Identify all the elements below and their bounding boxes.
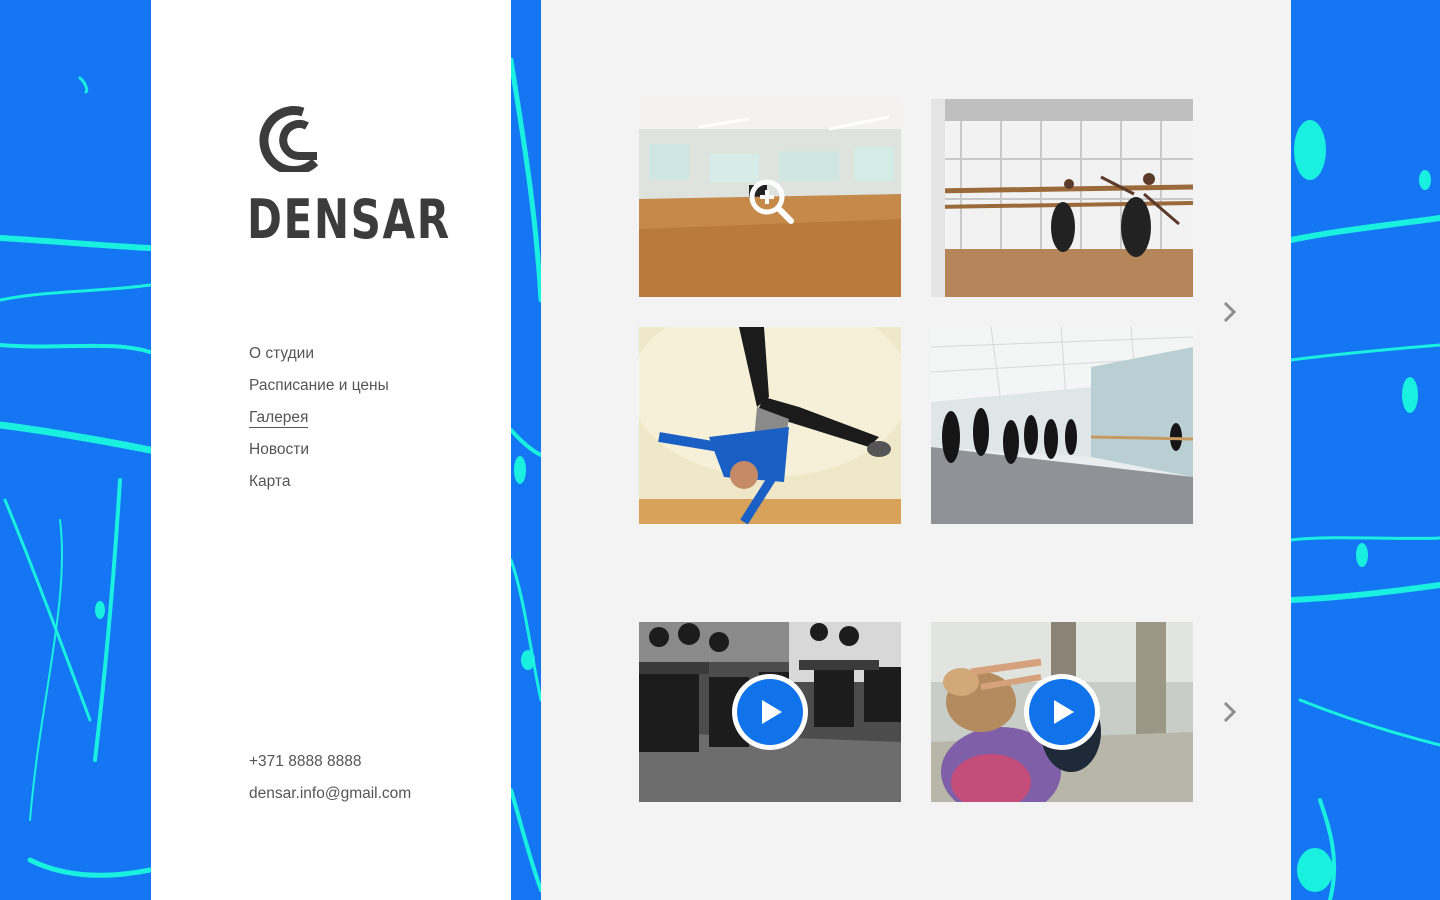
play-icon xyxy=(762,700,782,724)
nav-item-news[interactable]: Новости xyxy=(249,434,389,466)
c-logo-icon[interactable] xyxy=(247,96,323,172)
play-button-inner xyxy=(737,679,803,745)
photo-image xyxy=(931,327,1193,524)
chevron-right-icon xyxy=(1223,701,1237,723)
photo-image xyxy=(931,99,1193,297)
nav-item-label: О студии xyxy=(249,345,314,362)
contact-email[interactable]: densar.info@gmail.com xyxy=(249,778,411,810)
contact-phone[interactable]: +371 8888 8888 xyxy=(249,746,411,778)
gallery-videos-next-button[interactable] xyxy=(1220,698,1240,726)
nav-item-map[interactable]: Карта xyxy=(249,466,389,498)
nav-item-label: Карта xyxy=(249,473,291,490)
play-icon xyxy=(1054,700,1074,724)
play-button[interactable] xyxy=(732,674,808,750)
gallery-photo-empty-dance-hall[interactable] xyxy=(639,99,901,297)
nav-item-about[interactable]: О студии xyxy=(249,338,389,370)
gallery-video-audience[interactable] xyxy=(639,622,901,802)
nav-item-label: Расписание и цены xyxy=(249,377,389,394)
photo-image xyxy=(639,327,901,524)
chevron-right-icon xyxy=(1223,301,1237,323)
sidebar: DENSAR О студии Расписание и цены Галере… xyxy=(151,0,511,900)
gallery-photo-dancer-at-barre[interactable] xyxy=(931,99,1193,297)
gallery-video-dancer-outdoor[interactable] xyxy=(931,622,1193,802)
nav-item-label: Новости xyxy=(249,441,310,458)
zoom-in-icon[interactable] xyxy=(747,177,795,225)
play-button-inner xyxy=(1029,679,1095,745)
nav-item-schedule[interactable]: Расписание и цены xyxy=(249,370,389,402)
play-button[interactable] xyxy=(1024,674,1100,750)
nav-item-label: Галерея xyxy=(249,409,309,428)
brand-name[interactable]: DENSAR xyxy=(247,190,451,250)
gallery-area xyxy=(541,0,1291,900)
main-nav: О студии Расписание и цены Галерея Новос… xyxy=(249,338,389,498)
gallery-photos-next-button[interactable] xyxy=(1220,298,1240,326)
gallery-photo-breakdancer-handstand[interactable] xyxy=(639,327,901,524)
gallery-photo-dance-class-group[interactable] xyxy=(931,327,1193,524)
contacts: +371 8888 8888 densar.info@gmail.com xyxy=(249,746,411,810)
nav-item-gallery[interactable]: Галерея xyxy=(249,402,389,434)
